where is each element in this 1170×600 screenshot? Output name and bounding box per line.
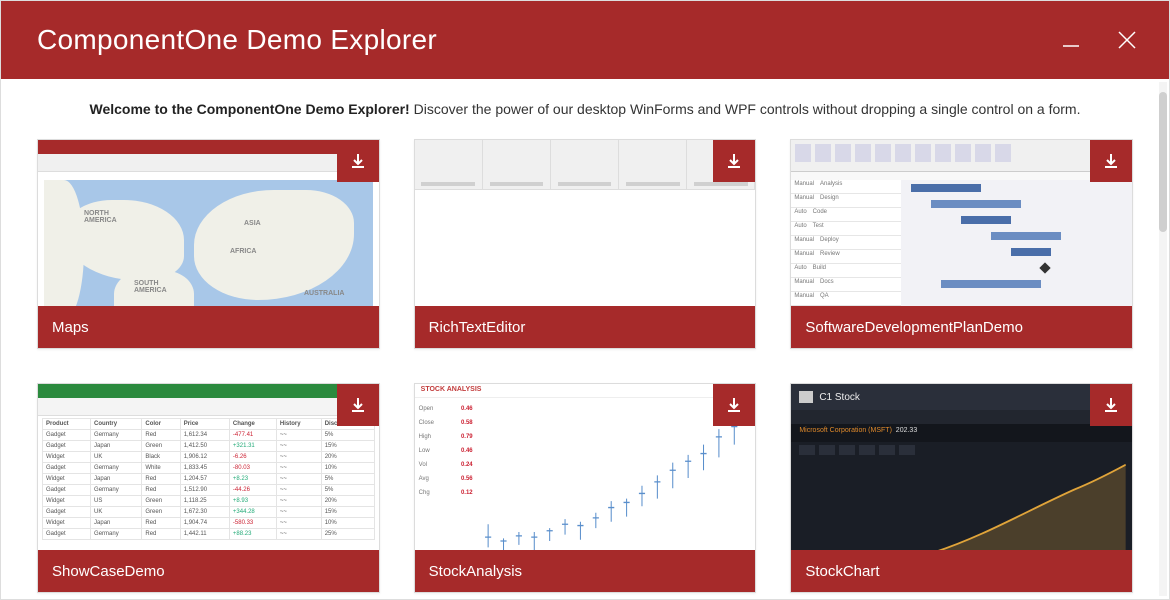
card-title: Maps (38, 306, 379, 348)
card-title: SoftwareDevelopmentPlanDemo (791, 306, 1132, 348)
card-title: RichTextEditor (415, 306, 756, 348)
download-button[interactable] (337, 140, 379, 182)
card-title: StockChart (791, 550, 1132, 592)
demo-card-showcasedemo[interactable]: ProductCountryColorPriceChangeHistoryDis… (37, 383, 380, 593)
welcome-bold: Welcome to the ComponentOne Demo Explore… (90, 101, 410, 117)
demo-grid: NORTHAMERICA ASIA AFRICA SOUTHAMERICA AU… (1, 133, 1169, 599)
title-bar: ComponentOne Demo Explorer (1, 1, 1169, 79)
demo-card-maps[interactable]: NORTHAMERICA ASIA AFRICA SOUTHAMERICA AU… (37, 139, 380, 349)
download-icon (349, 396, 367, 414)
download-button[interactable] (337, 384, 379, 426)
download-button[interactable] (713, 384, 755, 426)
welcome-text: Welcome to the ComponentOne Demo Explore… (1, 101, 1169, 133)
download-icon (1102, 396, 1120, 414)
demo-card-stockanalysis[interactable]: STOCK ANALYSIS Open0.46 Close0.58 High0.… (414, 383, 757, 593)
download-icon (349, 152, 367, 170)
download-icon (725, 396, 743, 414)
card-title: StockAnalysis (415, 550, 756, 592)
demo-card-softwaredevelopmentplandemo[interactable]: ManualAnalysis ManualDesign AutoCode Aut… (790, 139, 1133, 349)
app-title: ComponentOne Demo Explorer (37, 24, 437, 56)
download-button[interactable] (1090, 384, 1132, 426)
vertical-scrollbar[interactable] (1159, 82, 1167, 596)
demo-card-stockchart[interactable]: C1 Stock Microsoft Corporation (MSFT) 20… (790, 383, 1133, 593)
scrollbar-thumb[interactable] (1159, 92, 1167, 232)
close-button[interactable] (1113, 26, 1141, 54)
window-controls (1057, 26, 1141, 54)
card-title: ShowCaseDemo (38, 550, 379, 592)
demo-card-richtexteditor[interactable]: RichTextEditor (414, 139, 757, 349)
download-button[interactable] (1090, 140, 1132, 182)
welcome-rest: Discover the power of our desktop WinFor… (410, 101, 1081, 117)
download-button[interactable] (713, 140, 755, 182)
minimize-button[interactable] (1057, 26, 1085, 54)
download-icon (725, 152, 743, 170)
content-area: Welcome to the ComponentOne Demo Explore… (1, 79, 1169, 599)
download-icon (1102, 152, 1120, 170)
